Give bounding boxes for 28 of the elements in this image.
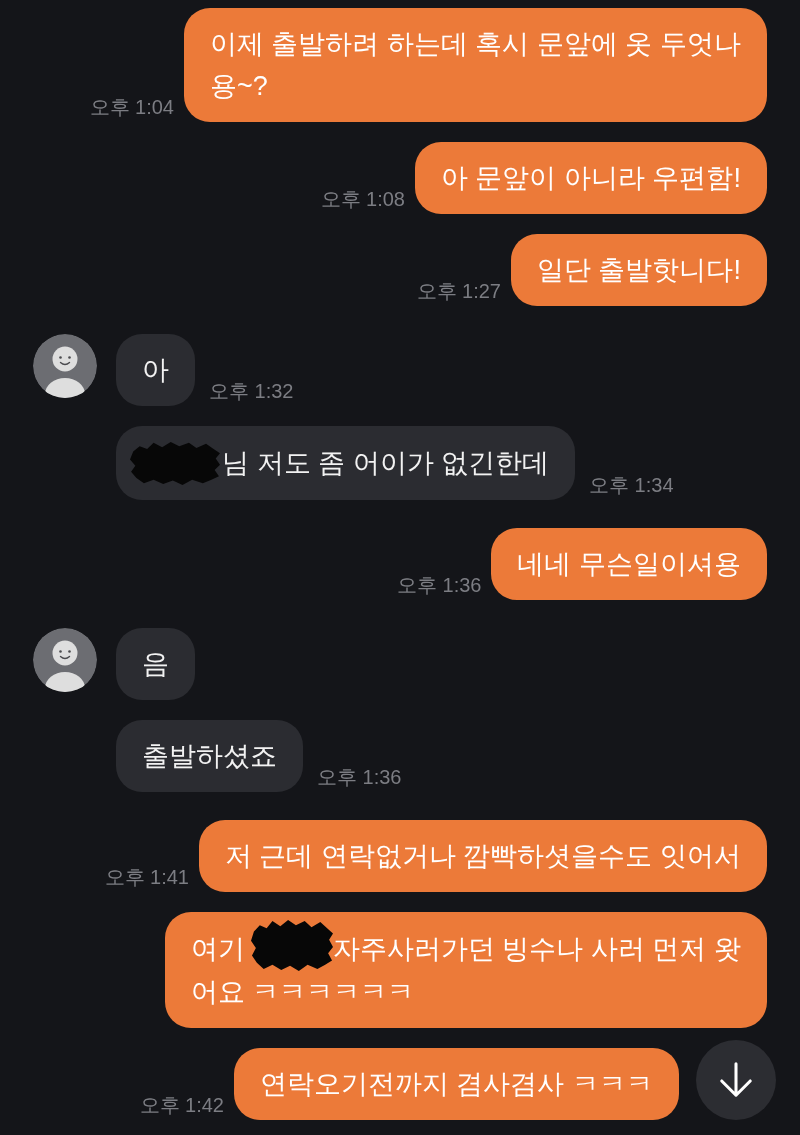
message-time: 오후 1:34	[589, 474, 674, 497]
message-time: 오후 1:36	[397, 574, 482, 597]
message-text: 아	[142, 354, 169, 387]
avatar-icon[interactable]	[33, 628, 97, 692]
message-text: 자주사러가던 빙수나 사러 먼저 왓	[333, 933, 741, 966]
message-text: 이제 출발하려 하는데 혹시 문앞에 옷 두엇나	[210, 28, 741, 61]
arrow-down-icon	[717, 1061, 755, 1099]
message-time: 오후 1:42	[139, 1094, 224, 1117]
message-text: 어요 ㅋㅋㅋㅋㅋㅋ	[191, 976, 415, 1009]
message-text: 출발하셨죠	[142, 740, 277, 773]
message-text: 용~?	[210, 70, 268, 103]
scribble-icon	[251, 919, 333, 971]
message-text: 음	[142, 648, 169, 681]
message-time: 오후 1:32	[209, 380, 294, 403]
message-time: 오후 1:41	[104, 866, 189, 889]
message-time: 오후 1:08	[320, 188, 405, 211]
message-text: 일단 출발핫니다!	[537, 254, 741, 287]
message-text: 저 근데 연락없거나 깜빡하셧을수도 잇어서	[225, 840, 741, 873]
message-time: 오후 1:27	[416, 280, 501, 303]
message-time: 오후 1:04	[89, 96, 174, 119]
message-text: 여기	[191, 933, 245, 966]
message-text: 님 저도 좀 어이가 없긴한데	[222, 447, 549, 480]
message-text: 네네 무슨일이셔용	[517, 548, 741, 581]
message-text: 아 문앞이 아니라 우편함!	[441, 162, 741, 195]
message-text: 연락오기전까지 겸사겸사 ㅋㅋㅋ	[260, 1068, 653, 1101]
scribble-icon	[130, 441, 220, 485]
message-time: 오후 1:36	[317, 766, 402, 789]
avatar-icon[interactable]	[33, 334, 97, 398]
